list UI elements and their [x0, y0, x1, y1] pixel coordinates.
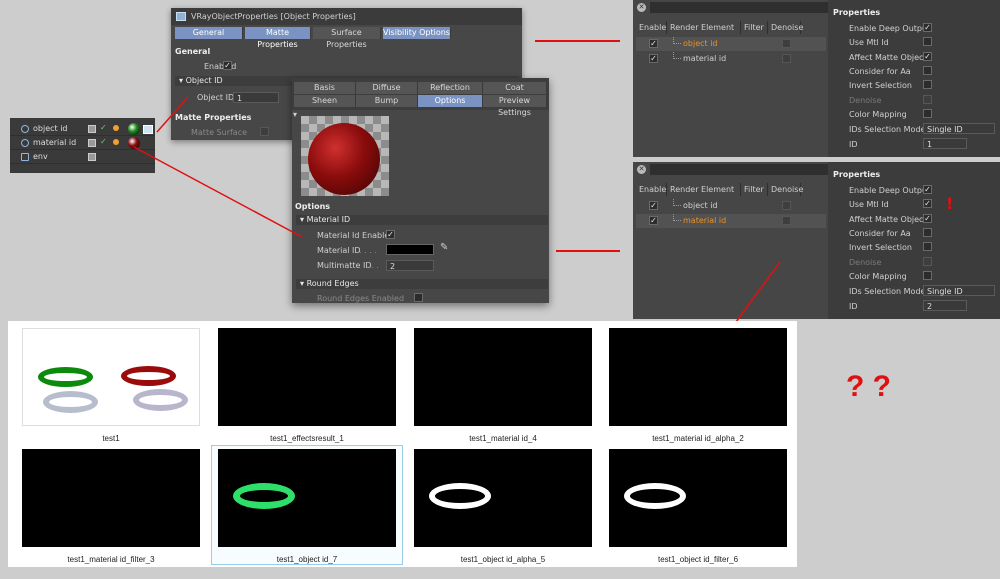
- thumbnail-image[interactable]: [22, 328, 200, 426]
- annotation-line-outliner-objectid: [156, 96, 189, 133]
- thumbnail-image[interactable]: [218, 328, 396, 426]
- thumbnail-image[interactable]: [22, 449, 200, 547]
- thumbnail-caption: test1_object id_filter_6: [657, 555, 739, 564]
- thumbnail-gallery: test1 test1_effectsresult_1 test1_material…: [8, 321, 797, 567]
- green-matte-torus: [233, 483, 295, 509]
- red-torus: [121, 366, 176, 386]
- thumbnail-image[interactable]: [414, 328, 592, 426]
- thumbnail-caption: test1_object id_7: [276, 555, 338, 564]
- thumbnail-caption: test1_material id_alpha_2: [652, 434, 744, 443]
- question-marks: ? ?: [846, 370, 891, 403]
- thumbnail-caption: test1_material id_4: [469, 434, 537, 443]
- thumbnail-caption: test1: [102, 434, 120, 443]
- thumbnail-caption: test1_material id_filter_3: [67, 555, 155, 564]
- green-torus: [38, 367, 93, 387]
- white-matte-torus: [429, 483, 491, 509]
- torus-shadow: [133, 389, 188, 411]
- torus-shadow: [43, 391, 98, 413]
- thumbnail-image[interactable]: [609, 328, 787, 426]
- thumbnail-image[interactable]: [609, 449, 787, 547]
- thumbnail-caption: test1_object id_alpha_5: [460, 555, 546, 564]
- thumbnail-caption: test1_effectsresult_1: [270, 434, 344, 443]
- thumbnail-image[interactable]: [218, 449, 396, 547]
- thumbnail-image[interactable]: [414, 449, 592, 547]
- annotation-line-outliner-materialid: [133, 146, 303, 238]
- white-matte-torus: [624, 483, 686, 509]
